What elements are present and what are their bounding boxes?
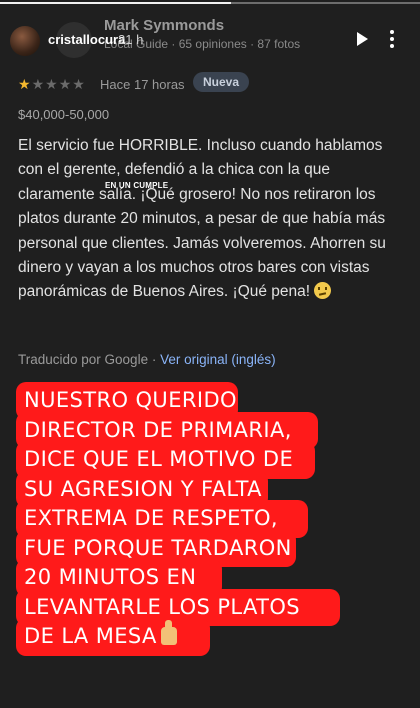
sticker-line: EXTREMA DE RESPETO, — [24, 506, 279, 530]
new-badge: Nueva — [193, 72, 250, 92]
sticker-line: DIRECTOR DE PRIMARIA, — [24, 417, 292, 442]
post-time: 21 h — [118, 32, 144, 47]
confused-face-icon — [314, 282, 332, 300]
review-body: El servicio fue HORRIBLE. Incluso cuando… — [18, 134, 388, 305]
translation-note: Traducido por Google · Ver original (ing… — [18, 352, 276, 367]
star-rating-icon: ★★★★★ — [18, 76, 86, 93]
sticker-line: LEVANTARLE LOS PLATOS — [24, 594, 301, 619]
username[interactable]: cristallocura — [48, 32, 125, 47]
price-range: $40,000-50,000 — [18, 107, 110, 122]
story-header: Mark Symmonds Local Guide · 65 opiniones… — [0, 10, 420, 60]
star-icon: ★ — [45, 76, 59, 92]
text-sticker: NUESTRO QUERIDO DIRECTOR DE PRIMARIA, DICE… — [16, 382, 364, 686]
sticker-line: FUE PORQUE TARDARON — [24, 535, 292, 560]
overlay-note: EN UN CUMPLE — [105, 181, 169, 190]
view-original-link[interactable]: Ver original (inglés) — [160, 352, 276, 367]
translated-by-label: Traducido por Google · — [18, 352, 161, 367]
story-progress — [0, 2, 420, 6]
star-icon: ★ — [58, 76, 73, 92]
review-text: El servicio fue HORRIBLE. Incluso cuando… — [18, 137, 386, 301]
sticker-line: NUESTRO QUERIDO — [24, 388, 237, 412]
sticker-line: DICE QUE EL MOTIVO DE — [24, 447, 294, 471]
play-icon[interactable] — [357, 32, 368, 46]
sticker-line: SU AGRESION Y FALTA — [24, 476, 262, 501]
star-icon: ★ — [72, 76, 86, 92]
sticker-line: 20 MINUTOS EN — [24, 565, 197, 589]
review-time: Hace 17 horas — [100, 77, 185, 92]
sticker-line: DE LA MESA — [24, 620, 177, 651]
avatar[interactable] — [10, 26, 40, 56]
more-options-icon[interactable] — [390, 30, 394, 50]
story-progress-fill — [0, 2, 231, 4]
star-icon: ★ — [18, 76, 32, 92]
thumbs-up-icon — [160, 620, 177, 645]
star-icon: ★ — [31, 76, 46, 92]
